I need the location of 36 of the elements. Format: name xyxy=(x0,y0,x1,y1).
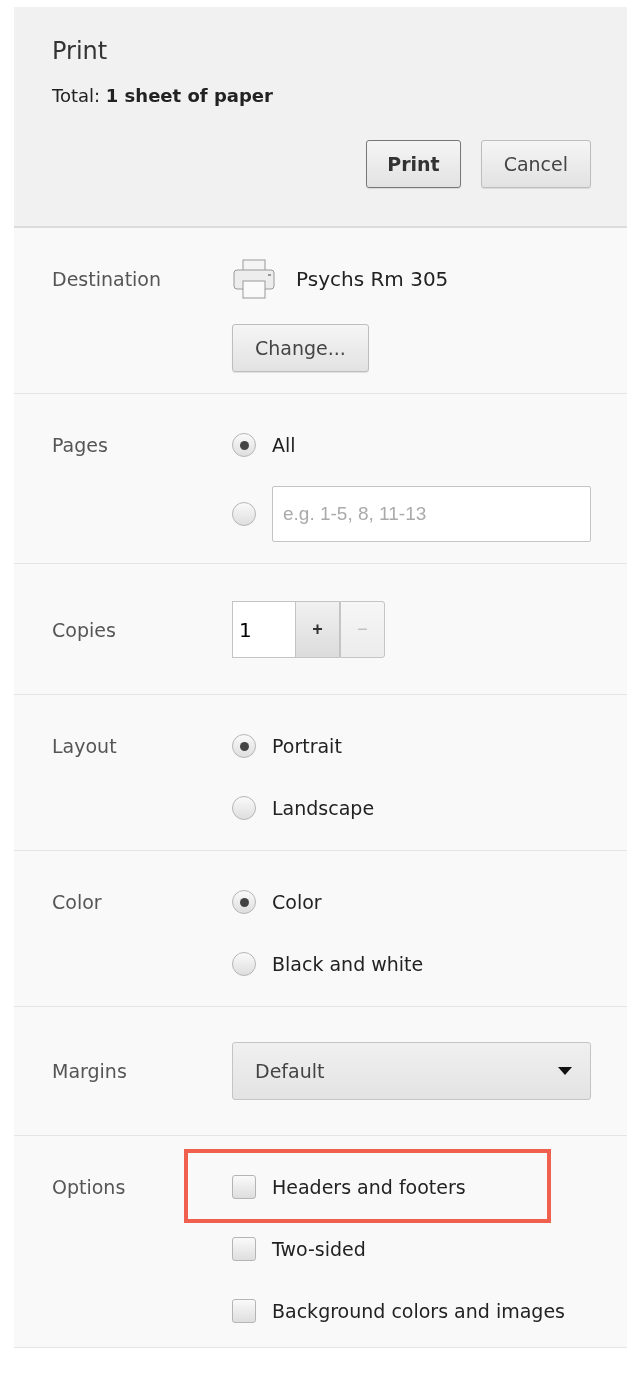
margins-dropdown[interactable]: Default xyxy=(232,1042,591,1100)
dialog-title: Print xyxy=(52,37,108,65)
option-label: Color xyxy=(272,891,322,913)
option-label: Background colors and images xyxy=(272,1300,565,1322)
caret-icon xyxy=(558,1067,572,1075)
radio-button[interactable] xyxy=(232,734,256,758)
change-button[interactable]: Change... xyxy=(232,324,369,372)
sheet-total: Total: 1 sheet of paper xyxy=(52,85,273,106)
checkbox[interactable] xyxy=(232,1299,256,1323)
section-label: Copies xyxy=(52,617,117,643)
checkbox[interactable] xyxy=(232,1237,256,1261)
section-label: Pages xyxy=(52,433,109,458)
cancel-button[interactable]: Cancel xyxy=(480,140,591,188)
radio-button[interactable] xyxy=(232,502,256,526)
option-label: Black and white xyxy=(272,953,424,975)
section-label: Layout xyxy=(52,734,118,759)
radio-button[interactable] xyxy=(232,796,256,820)
printer-name: Psychs Rm 305 xyxy=(296,267,449,291)
option-label: Landscape xyxy=(272,797,375,819)
radio-button[interactable] xyxy=(232,433,256,457)
option-label: All xyxy=(272,434,296,456)
checkbox[interactable] xyxy=(232,1175,256,1199)
printer-icon xyxy=(232,258,276,300)
option-label: Portrait xyxy=(272,735,342,757)
radio-button[interactable] xyxy=(232,952,256,976)
section-label: Options xyxy=(52,1175,127,1200)
copies-field[interactable]: 1 xyxy=(232,601,295,658)
increment-button[interactable]: + xyxy=(295,601,340,658)
section-label: Color xyxy=(52,890,103,915)
radio-button[interactable] xyxy=(232,890,256,914)
section-label: Destination xyxy=(52,267,163,292)
option-label: Headers and footers xyxy=(272,1176,466,1198)
page-range-field[interactable]: e.g. 1-5, 8, 11-13 xyxy=(272,486,591,542)
section-label: Margins xyxy=(52,1059,128,1084)
option-label: Two-sided xyxy=(272,1238,366,1260)
print-button[interactable]: Print xyxy=(366,140,461,188)
